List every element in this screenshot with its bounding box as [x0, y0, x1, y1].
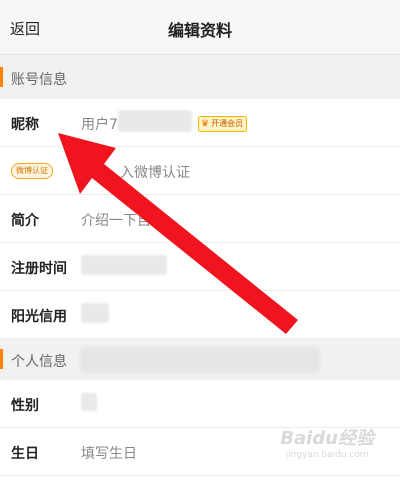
section-title-account: 账号信息 — [11, 72, 67, 88]
row-sunshine-credit[interactable]: 阳光信用 — [0, 291, 400, 339]
baidu-jingyan-watermark: Baidu经验 jingyan.baidu.com — [280, 424, 374, 460]
intro-value: 介绍一下自己 — [81, 213, 165, 229]
nickname-label: 昵称 — [11, 117, 39, 133]
row-nickname[interactable]: 昵称 用户7 ♛ 开通会员 — [0, 99, 400, 147]
register-time-label: 注册时间 — [11, 261, 67, 277]
section-header-personal: 个人信息 — [0, 339, 400, 380]
section-header-account: 账号信息 — [0, 55, 400, 99]
watermark-url: jingyan.baidu.com — [285, 450, 369, 460]
row-weibo-verify[interactable]: 微博认证 入微博认证 — [0, 147, 400, 195]
row-intro[interactable]: 简介 介绍一下自己 — [0, 195, 400, 243]
section-title-personal: 个人信息 — [11, 354, 67, 370]
row-register-time: 注册时间 — [0, 243, 400, 291]
nickname-value: 用户7 — [81, 117, 118, 133]
vip-badge[interactable]: ♛ 开通会员 — [198, 116, 248, 132]
blurred-username — [118, 110, 192, 132]
section-accent-bar — [0, 349, 3, 369]
section-accent-bar — [0, 67, 3, 87]
page-title: 编辑资料 — [167, 21, 232, 40]
gender-label: 性别 — [11, 398, 39, 414]
row-gender[interactable]: 性别 — [0, 380, 400, 428]
sunshine-credit-label: 阳光信用 — [11, 309, 67, 325]
birthday-value: 填写生日 — [81, 446, 137, 462]
blurred-gender-value — [81, 393, 97, 411]
blurred-register-time — [81, 255, 167, 275]
intro-label: 简介 — [11, 213, 39, 229]
blurred-credit-value — [81, 303, 109, 323]
top-nav-bar: 返回 编辑资料 — [0, 0, 400, 55]
vip-badge-label: 开通会员 — [211, 119, 244, 128]
blurred-region — [80, 347, 320, 373]
weibo-verify-badge: 微博认证 — [11, 163, 53, 179]
weibo-verify-value: 入微博认证 — [120, 165, 190, 181]
watermark-brand: Baidu经验 — [280, 428, 374, 449]
birthday-label: 生日 — [11, 446, 39, 462]
crown-icon: ♛ — [201, 119, 210, 129]
